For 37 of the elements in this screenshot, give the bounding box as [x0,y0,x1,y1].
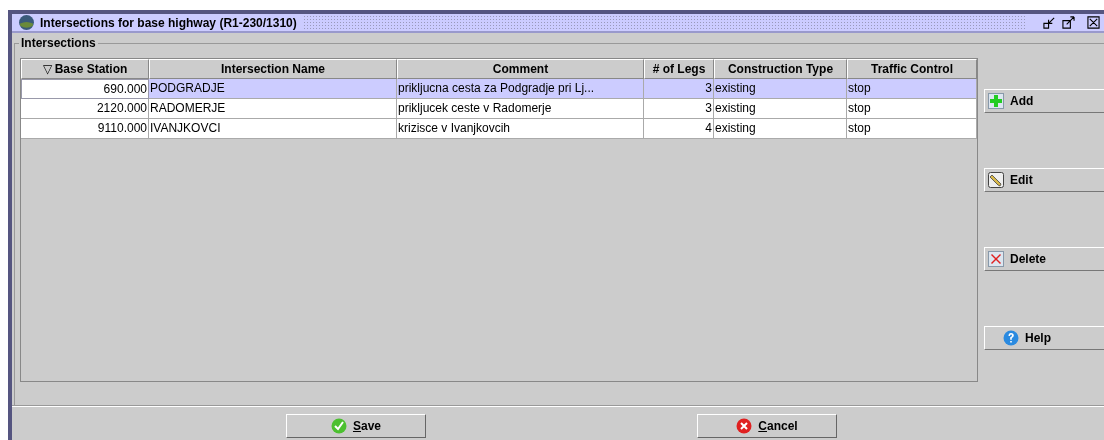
table-cell: 4 [644,119,714,139]
table-cell: krizisce v Ivanjkovcih [397,119,644,139]
table-cell: existing [714,119,847,139]
table-row[interactable]: 2120.000 RADOMERJE prikljucek ceste v Radomerje 3 existing stop [21,99,977,119]
delete-button[interactable]: Delete [984,247,1104,271]
cross-icon [736,418,753,434]
minimize-icon[interactable] [1043,16,1056,29]
table-cell: stop [847,119,977,139]
column-header[interactable]: # of Legs [644,59,714,79]
table-cell: IVANJKOVCI [149,119,397,139]
save-button[interactable]: Save [286,414,426,438]
pencil-icon [988,172,1004,188]
add-button[interactable]: Add [984,89,1104,113]
column-header[interactable]: Intersection Name [149,59,397,79]
table-row[interactable]: 9110.000 IVANJKOVCI krizisce v Ivanjkovcih 4 existing stop [21,119,977,139]
mnemonic-label: Save [352,419,381,433]
check-icon [330,418,347,434]
table-row[interactable]: 690.000 PODGRADJE prikljucna cesta za Podgradje pri Lj... 3 existing stop [21,79,977,99]
column-header[interactable]: Construction Type [714,59,847,79]
plus-icon [988,93,1004,109]
mnemonic-label: Cancel [758,419,798,433]
help-icon [1003,330,1019,346]
column-header[interactable]: Traffic Control [847,59,977,79]
column-header[interactable]: Comment [397,59,644,79]
cancel-button[interactable]: Cancel [697,414,837,438]
column-header[interactable]: ▽ Base Station [21,59,149,79]
close-icon[interactable] [1087,16,1100,29]
globe-icon [18,14,35,31]
help-button[interactable]: Help [984,326,1104,350]
sort-icon: ▽ [42,62,52,76]
table-cell: 690.000 [21,79,149,99]
edit-button[interactable]: Edit [984,168,1104,192]
table-cell: 9110.000 [21,119,149,139]
column-label: Base Station [54,62,128,76]
window-title: Intersections for base highway (R1-230/1310) [40,15,297,30]
maximize-icon[interactable] [1062,16,1075,29]
cross-icon [988,251,1004,267]
